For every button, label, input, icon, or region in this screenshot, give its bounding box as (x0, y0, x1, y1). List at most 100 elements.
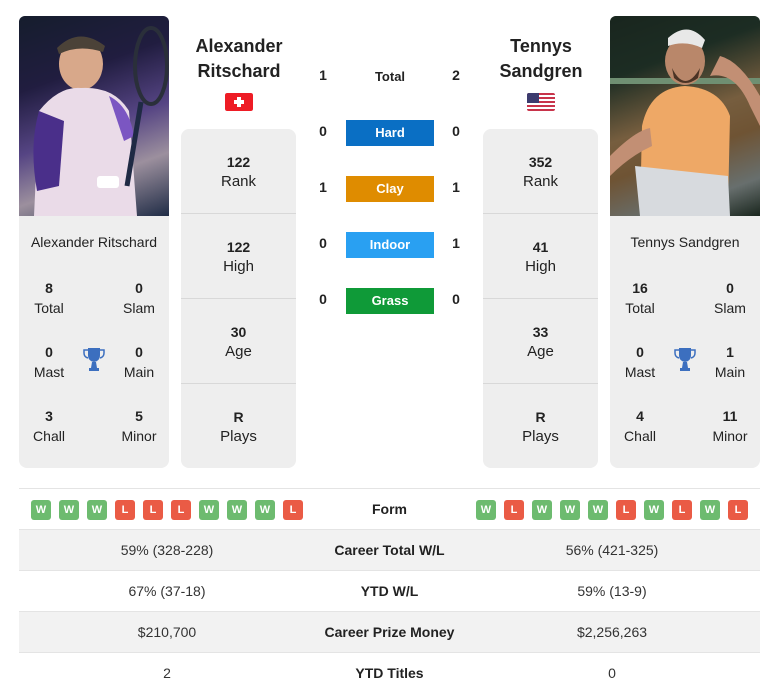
form-win-badge[interactable]: W (87, 500, 107, 520)
player1-stats-card: 122 Rank 122 High 30 Age R Plays (181, 129, 296, 468)
surface-indoor[interactable]: Indoor (346, 232, 434, 258)
h2h-total-label: Total (374, 69, 406, 84)
player1-first-name: Alexander (195, 36, 283, 56)
player1-full-name[interactable]: Alexander Ritschard (19, 234, 169, 250)
stat-plays-value: R (535, 409, 546, 425)
titles-slam-value: 0 (135, 280, 143, 296)
player2-prize-money: $2,256,263 (576, 624, 648, 640)
h2h-grass-p1: 0 (319, 291, 327, 307)
trophy-icon (674, 348, 696, 371)
form-win-badge[interactable]: W (588, 500, 608, 520)
h2h-total-p2: 2 (452, 67, 460, 83)
prize-money-row: $210,700 Career Prize Money $2,256,263 (19, 612, 760, 653)
stat-high-label: High (525, 258, 556, 275)
form-label: Form (372, 501, 407, 517)
form-win-badge[interactable]: W (476, 500, 496, 520)
titles-chall-value: 4 (636, 408, 644, 424)
form-loss-badge[interactable]: L (171, 500, 191, 520)
titles-slam-label: Slam (123, 300, 155, 316)
ytd-wl-row: 67% (37-18) YTD W/L 59% (13-9) (19, 571, 760, 612)
titles-main-label: Main (714, 364, 746, 380)
titles-mast-value: 0 (636, 344, 644, 360)
form-win-badge[interactable]: W (560, 500, 580, 520)
player2-heading[interactable]: Tennys Sandgren (471, 34, 611, 84)
titles-main-value: 1 (726, 344, 734, 360)
player1-form: WWWLLLWWWL (31, 500, 303, 520)
titles-main: 1 Main (700, 342, 760, 382)
titles-main-label: Main (123, 364, 155, 380)
form-loss-badge[interactable]: L (672, 500, 692, 520)
titles-minor-label: Minor (121, 428, 157, 444)
form-win-badge[interactable]: W (199, 500, 219, 520)
switzerland-flag-icon (225, 93, 253, 111)
titles-slam-label: Slam (714, 300, 746, 316)
player1-heading[interactable]: Alexander Ritschard (169, 34, 309, 84)
form-win-badge[interactable]: W (532, 500, 552, 520)
stat-high-value: 41 (532, 239, 549, 255)
form-loss-badge[interactable]: L (283, 500, 303, 520)
stat-high: 41 High (483, 214, 598, 299)
titles-mast-value: 0 (45, 344, 53, 360)
form-loss-badge[interactable]: L (616, 500, 636, 520)
stat-plays: R Plays (483, 384, 598, 468)
titles-main-value: 0 (135, 344, 143, 360)
titles-minor-value: 11 (722, 408, 738, 424)
prize-money-label: Career Prize Money (324, 624, 455, 640)
form-win-badge[interactable]: W (31, 500, 51, 520)
titles-mast-label: Mast (33, 364, 65, 380)
titles-total-value: 8 (45, 280, 53, 296)
titles-mast: 0 Mast (610, 342, 670, 382)
h2h-hard-p1: 0 (319, 123, 327, 139)
player1-ytd-wl: 67% (37-18) (128, 583, 206, 599)
form-win-badge[interactable]: W (59, 500, 79, 520)
trophy-icon (83, 348, 105, 371)
stat-rank: 122 Rank (181, 129, 296, 214)
stat-age: 30 Age (181, 299, 296, 384)
ytd-wl-label: YTD W/L (360, 583, 419, 599)
surface-hard[interactable]: Hard (346, 120, 434, 146)
form-row: WWWLLLWWWL Form WLWWWLWLWL (19, 489, 760, 530)
player2-stats-card: 352 Rank 41 High 33 Age R Plays (483, 129, 598, 468)
career-wl-row: 59% (328-228) Career Total W/L 56% (421-… (19, 530, 760, 571)
form-loss-badge[interactable]: L (143, 500, 163, 520)
player2-career-wl: 56% (421-325) (565, 542, 659, 558)
form-win-badge[interactable]: W (700, 500, 720, 520)
usa-flag-icon (527, 93, 555, 111)
player1-photo[interactable] (19, 16, 169, 216)
stat-plays-value: R (233, 409, 244, 425)
stat-high-value: 122 (226, 239, 251, 255)
player2-photo[interactable] (610, 16, 760, 216)
form-loss-badge[interactable]: L (115, 500, 135, 520)
h2h-hard-p2: 0 (452, 123, 460, 139)
titles-minor: 5 Minor (109, 406, 169, 446)
surface-grass[interactable]: Grass (346, 288, 434, 314)
player2-full-name[interactable]: Tennys Sandgren (610, 234, 760, 250)
titles-minor-value: 5 (135, 408, 143, 424)
stat-rank: 352 Rank (483, 129, 598, 214)
h2h-total-p1: 1 (319, 67, 327, 83)
stat-plays: R Plays (181, 384, 296, 468)
stat-rank-label: Rank (220, 173, 257, 190)
form-win-badge[interactable]: W (644, 500, 664, 520)
h2h-grass-p2: 0 (452, 291, 460, 307)
h2h-indoor-p2: 1 (452, 235, 460, 251)
stat-plays-label: Plays (220, 428, 257, 445)
titles-total-label: Total (34, 300, 64, 316)
stat-rank-value: 122 (226, 154, 251, 170)
player1-prize-money: $210,700 (137, 624, 197, 640)
stat-age-value: 33 (532, 324, 549, 340)
titles-slam: 0 Slam (700, 278, 760, 318)
titles-total-label: Total (625, 300, 655, 316)
form-win-badge[interactable]: W (227, 500, 247, 520)
form-loss-badge[interactable]: L (728, 500, 748, 520)
h2h-indoor-p1: 0 (319, 235, 327, 251)
surface-clay[interactable]: Clay (346, 176, 434, 202)
titles-slam: 0 Slam (109, 278, 169, 318)
titles-mast: 0 Mast (19, 342, 79, 382)
h2h-clay-p2: 1 (452, 179, 460, 195)
form-loss-badge[interactable]: L (504, 500, 524, 520)
form-win-badge[interactable]: W (255, 500, 275, 520)
player2-ytd-wl: 59% (13-9) (577, 583, 647, 599)
titles-minor-label: Minor (712, 428, 748, 444)
titles-main: 0 Main (109, 342, 169, 382)
